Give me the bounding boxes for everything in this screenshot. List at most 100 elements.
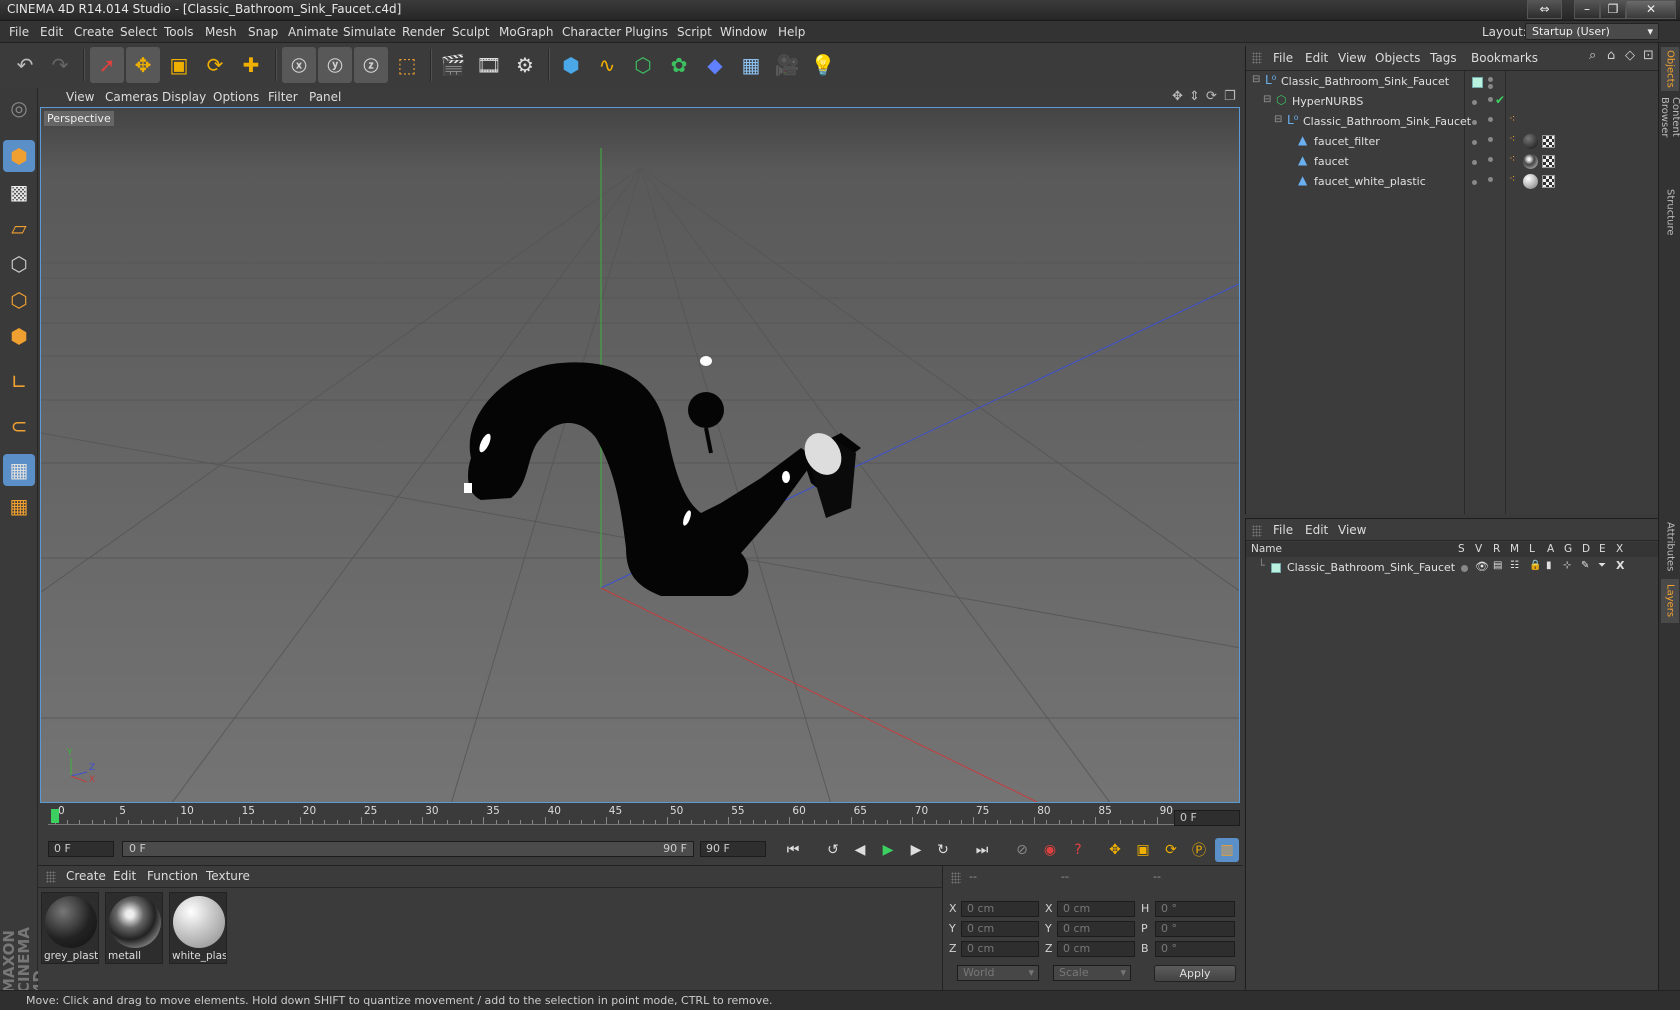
rotate-icon[interactable]: ⟳	[198, 47, 232, 83]
menu-edit[interactable]: Edit	[40, 25, 63, 39]
menu-select[interactable]: Select	[120, 25, 157, 39]
menu-plugins[interactable]: Plugins	[625, 25, 668, 39]
layout-select[interactable]: Startup (User) ▾	[1525, 23, 1659, 40]
phong-tag-icon[interactable]: ⁖	[1509, 152, 1515, 165]
y-axis-lock-icon[interactable]: ⓨ	[318, 47, 352, 83]
column-d[interactable]: D	[1582, 543, 1590, 555]
phong-tag-icon[interactable]: ⁖	[1509, 112, 1515, 125]
viewport-move-icon[interactable]: ✥	[1172, 89, 1183, 104]
editor-visibility-dot[interactable]	[1472, 120, 1477, 125]
go-to-start-icon[interactable]: ⏮	[781, 838, 805, 862]
spline-icon[interactable]: ∿	[590, 47, 624, 83]
editor-visibility-dot[interactable]	[1472, 180, 1477, 185]
collapse-icon[interactable]: ⊟	[1252, 74, 1260, 85]
layer-color-swatch[interactable]	[1472, 77, 1483, 88]
render-visibility-dot[interactable]	[1488, 157, 1493, 162]
minimize-button[interactable]: –	[1574, 0, 1600, 19]
objects-menu-file[interactable]: File	[1273, 51, 1293, 65]
light-icon[interactable]: 💡	[806, 47, 840, 83]
axis-mode-icon[interactable]: ∟	[3, 366, 35, 398]
layer-expressions-icon[interactable]: ⏷	[1598, 560, 1606, 571]
render-settings-icon[interactable]: ⚙	[508, 47, 542, 83]
objects-menu-view[interactable]: View	[1338, 51, 1366, 65]
menu-mograph[interactable]: MoGraph	[499, 25, 554, 39]
texture-mode-icon[interactable]: ▩	[3, 176, 35, 208]
objects-menu-tags[interactable]: Tags	[1430, 51, 1457, 65]
keyframe-selection-icon[interactable]: ?	[1066, 838, 1090, 862]
material-metall[interactable]: metall	[105, 892, 163, 964]
material-grey-plastic[interactable]: grey_plasti	[41, 892, 99, 964]
move-icon[interactable]: ✥	[126, 47, 160, 83]
tab-structure[interactable]: Structure	[1661, 185, 1679, 239]
timeline-ruler[interactable]: 0 5 10 15 20 25 30 35 40 45 50 55 60 65 70 75 80 85 90 0 F	[38, 803, 1243, 833]
object-row[interactable]: ⊟ L⁰ Classic_Bathroom_Sink_Faucet ⁖	[1246, 112, 1659, 132]
menu-sculpt[interactable]: Sculpt	[452, 25, 489, 39]
column-m[interactable]: M	[1510, 543, 1519, 555]
back-icon[interactable]: ◇	[1625, 48, 1635, 63]
scale-icon[interactable]: ▣	[162, 47, 196, 83]
planar-workplane-icon[interactable]: ▦	[3, 490, 35, 522]
material-tag-icon[interactable]	[1523, 174, 1538, 189]
key-parameter-icon[interactable]: Ⓟ	[1187, 838, 1211, 862]
menu-create[interactable]: Create	[74, 25, 114, 39]
layer-render-icon[interactable]: ▤	[1493, 560, 1502, 571]
viewport-menu-panel[interactable]: Panel	[309, 90, 341, 104]
edges-mode-icon[interactable]: ⬡	[3, 284, 35, 316]
column-name[interactable]: Name	[1251, 543, 1282, 555]
layer-lock-icon[interactable]: 🔒	[1529, 560, 1541, 571]
deformer-icon[interactable]: ◆	[698, 47, 732, 83]
material-tag-icon[interactable]	[1523, 134, 1538, 149]
auto-keying-icon[interactable]: ◉	[1038, 838, 1062, 862]
viewport-menu-view[interactable]: View	[66, 90, 94, 104]
rotation-h-field[interactable]: 0 °	[1155, 901, 1235, 917]
layer-xref-icon[interactable]: X	[1616, 559, 1624, 572]
add-icon[interactable]: ✚	[234, 47, 268, 83]
column-s[interactable]: S	[1458, 543, 1465, 555]
menu-file[interactable]: File	[9, 25, 29, 39]
workplane-icon[interactable]: ▱	[3, 212, 35, 244]
uvw-tag-icon[interactable]	[1542, 135, 1555, 148]
snap-icon[interactable]: ⊂	[3, 410, 35, 442]
current-frame-field[interactable]: 0 F	[1174, 810, 1240, 826]
rotation-b-field[interactable]: 0 °	[1155, 941, 1235, 957]
key-scale-icon[interactable]: ▣	[1131, 838, 1155, 862]
phong-tag-icon[interactable]: ⁖	[1509, 132, 1515, 145]
camera-icon[interactable]: 🎥	[770, 47, 804, 83]
home-icon[interactable]: ⌂	[1607, 48, 1615, 63]
column-e[interactable]: E	[1599, 543, 1606, 555]
editor-visibility-dot[interactable]	[1472, 100, 1477, 105]
key-rotation-icon[interactable]: ⟳	[1159, 838, 1183, 862]
next-frame-icon[interactable]: ▶	[904, 838, 928, 862]
phong-tag-icon[interactable]: ⁖	[1509, 172, 1515, 185]
rotation-p-field[interactable]: 0 °	[1155, 921, 1235, 937]
viewport-rotate-icon[interactable]: ⟳	[1206, 89, 1217, 104]
render-visibility-dot[interactable]	[1488, 97, 1493, 102]
timeline-view-icon[interactable]: ▥	[1215, 838, 1239, 862]
tab-content-browser[interactable]: Content Browser	[1659, 97, 1680, 179]
locked-workplane-icon[interactable]: ▦	[3, 454, 35, 486]
column-x[interactable]: X	[1616, 543, 1623, 555]
material-tag-icon[interactable]	[1523, 154, 1538, 169]
render-visibility-dot[interactable]	[1488, 84, 1493, 89]
menu-render[interactable]: Render	[402, 25, 445, 39]
polygons-mode-icon[interactable]: ⬢	[3, 320, 35, 352]
start-frame-field[interactable]: 0 F	[48, 841, 114, 857]
size-z-field[interactable]: 0 cm	[1057, 941, 1135, 957]
resize-icon[interactable]: ⇔	[1527, 0, 1562, 19]
column-r[interactable]: R	[1493, 543, 1500, 555]
new-panel-icon[interactable]: ⊡	[1643, 48, 1654, 63]
viewport-maximize-icon[interactable]: ❐	[1224, 89, 1236, 104]
floor-icon[interactable]: ▦	[734, 47, 768, 83]
viewport-menu-options[interactable]: Options	[213, 90, 259, 104]
object-row[interactable]: ⊟ L⁰ Classic_Bathroom_Sink_Faucet	[1246, 72, 1659, 92]
apply-button[interactable]: Apply	[1154, 965, 1236, 982]
column-a[interactable]: A	[1547, 543, 1554, 555]
viewport-menu-filter[interactable]: Filter	[268, 90, 298, 104]
layer-animation-icon[interactable]: ▮	[1546, 560, 1552, 571]
layer-solo-icon[interactable]	[1461, 565, 1468, 572]
column-v[interactable]: V	[1475, 543, 1482, 555]
column-g[interactable]: G	[1564, 543, 1572, 555]
menu-help[interactable]: Help	[778, 25, 805, 39]
tab-layers[interactable]: Layers	[1661, 579, 1679, 623]
material-menu-texture[interactable]: Texture	[206, 869, 250, 883]
